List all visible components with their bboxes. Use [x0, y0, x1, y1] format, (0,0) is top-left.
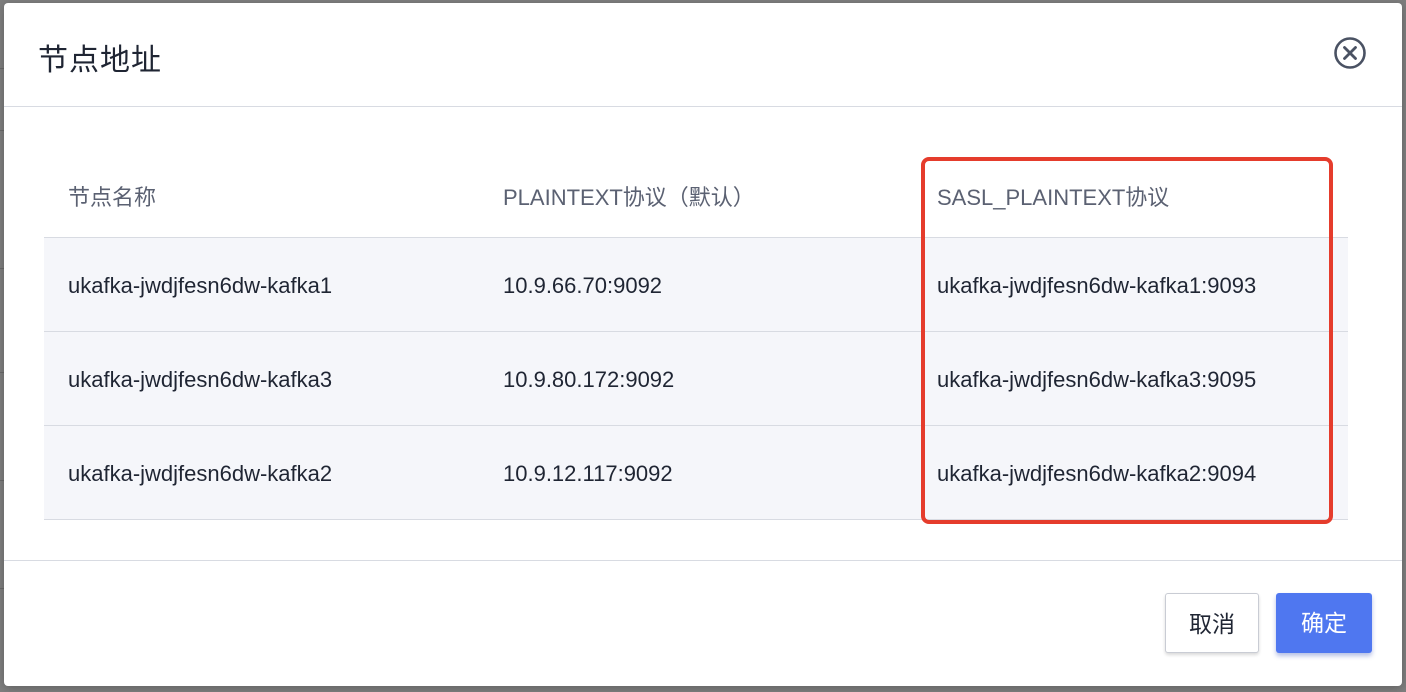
- node-name-cell: ukafka-jwdjfesn6dw-kafka3: [68, 367, 333, 392]
- close-icon[interactable]: [1333, 36, 1367, 70]
- node-name-cell: ukafka-jwdjfesn6dw-kafka2: [68, 461, 333, 486]
- table-row: ukafka-jwdjfesn6dw-kafka1 10.9.66.70:909…: [44, 238, 1348, 332]
- column-header-plaintext: PLAINTEXT协议（默认）: [503, 185, 755, 210]
- plaintext-address-cell: 10.9.12.117:9092: [503, 461, 673, 486]
- sasl-address-cell: ukafka-jwdjfesn6dw-kafka2:9094: [937, 461, 1257, 486]
- confirm-button[interactable]: 确定: [1276, 593, 1372, 653]
- table-row: ukafka-jwdjfesn6dw-kafka2 10.9.12.117:90…: [44, 426, 1348, 520]
- dialog-header: 节点地址: [4, 3, 1402, 107]
- sasl-address-cell: ukafka-jwdjfesn6dw-kafka3:9095: [937, 367, 1257, 392]
- dialog-footer: 取消 确定: [4, 560, 1402, 686]
- column-header-node-name: 节点名称: [68, 185, 157, 210]
- node-address-table: 节点名称 PLAINTEXT协议（默认） SASL_PLAINTEXT协议 uk…: [44, 145, 1348, 520]
- cancel-button[interactable]: 取消: [1165, 593, 1259, 653]
- node-address-dialog: 节点地址 节点名称 PLAINTEXT协议（默认） SASL_PLAINTEXT…: [4, 3, 1402, 686]
- column-header-sasl-plaintext: SASL_PLAINTEXT协议: [937, 185, 1170, 210]
- plaintext-address-cell: 10.9.80.172:9092: [503, 367, 675, 392]
- node-name-cell: ukafka-jwdjfesn6dw-kafka1: [68, 273, 333, 298]
- sasl-address-cell: ukafka-jwdjfesn6dw-kafka1:9093: [937, 273, 1257, 298]
- table-header: 节点名称 PLAINTEXT协议（默认） SASL_PLAINTEXT协议: [44, 145, 1348, 238]
- plaintext-address-cell: 10.9.66.70:9092: [503, 273, 663, 298]
- dialog-title: 节点地址: [38, 44, 162, 77]
- table-row: ukafka-jwdjfesn6dw-kafka3 10.9.80.172:90…: [44, 332, 1348, 426]
